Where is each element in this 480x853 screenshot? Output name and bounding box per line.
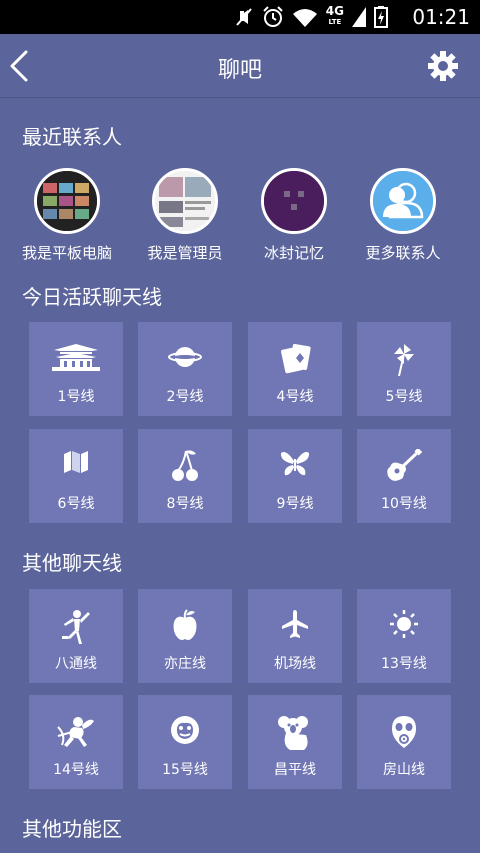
tile-label: 1号线 — [57, 389, 95, 405]
contact-item[interactable]: 冰封记忆 — [239, 168, 349, 263]
line-tile[interactable]: 6号线 — [29, 429, 123, 523]
settings-button[interactable] — [428, 51, 458, 81]
contacts-icon — [373, 171, 433, 231]
network-type: 4G LTE — [325, 4, 344, 28]
cherries-icon — [172, 450, 198, 481]
tile-label: 4号线 — [276, 389, 314, 405]
signal-icon — [352, 7, 366, 27]
line-tile[interactable]: 机场线 — [248, 589, 342, 683]
tile-label: 房山线 — [383, 762, 425, 778]
dancer-icon — [62, 610, 90, 644]
playing-cards-icon — [281, 343, 311, 374]
koala-icon — [278, 716, 308, 750]
contact-label: 更多联系人 — [365, 244, 441, 262]
tile-label: 亦庄线 — [164, 656, 206, 672]
status-icons: 4G LTE — [234, 4, 388, 28]
tile-label: 14号线 — [53, 762, 99, 778]
line-tile[interactable]: 10号线 — [357, 429, 451, 523]
gas-mask-icon — [392, 716, 416, 748]
cupid-icon — [57, 717, 94, 747]
tile-label: 5号线 — [385, 389, 423, 405]
gear-icon — [428, 51, 458, 81]
other-features-heading: 其他功能区 — [22, 817, 122, 841]
line-tile[interactable]: 9号线 — [248, 429, 342, 523]
line-tile[interactable]: 1号线 — [29, 322, 123, 416]
other-lines-heading: 其他聊天线 — [22, 551, 122, 575]
line-tile[interactable]: 房山线 — [357, 695, 451, 789]
tile-label: 2号线 — [166, 389, 204, 405]
tile-label: 9号线 — [276, 496, 314, 512]
avatar — [261, 168, 327, 234]
recent-contacts-heading: 最近联系人 — [22, 125, 122, 149]
pinwheel-icon — [394, 344, 414, 376]
map-icon — [64, 451, 88, 473]
tile-label: 15号线 — [162, 762, 208, 778]
avatar — [152, 168, 218, 234]
wifi-icon — [292, 7, 318, 27]
sun-icon — [390, 610, 418, 638]
avatar — [370, 168, 436, 234]
contact-label: 我是管理员 — [147, 244, 223, 262]
recent-contacts: 我是平板电脑 我是管理员 冰封记忆 更多联系人 — [22, 168, 458, 264]
tile-label: 昌平线 — [274, 762, 316, 778]
monkey-icon — [171, 716, 199, 744]
palace-icon — [52, 344, 100, 371]
contact-label: 我是平板电脑 — [21, 244, 112, 262]
more-contacts-button[interactable]: 更多联系人 — [348, 168, 458, 263]
status-time: 01:21 — [412, 5, 470, 29]
line-tile[interactable]: 昌平线 — [248, 695, 342, 789]
active-lines-heading: 今日活跃聊天线 — [22, 285, 162, 309]
planet-icon — [168, 347, 202, 367]
tile-label: 6号线 — [57, 496, 95, 512]
guitar-icon — [387, 449, 422, 481]
line-tile[interactable]: 八通线 — [29, 589, 123, 683]
line-tile[interactable]: 15号线 — [138, 695, 232, 789]
apple-icon — [173, 609, 197, 640]
line-tile[interactable]: 亦庄线 — [138, 589, 232, 683]
avatar — [34, 168, 100, 234]
line-tile[interactable]: 2号线 — [138, 322, 232, 416]
contact-item[interactable]: 我是管理员 — [130, 168, 240, 263]
line-tile[interactable]: 4号线 — [248, 322, 342, 416]
butterfly-icon — [280, 452, 310, 476]
contact-item[interactable]: 我是平板电脑 — [12, 168, 122, 263]
line-tile[interactable]: 14号线 — [29, 695, 123, 789]
network-sub-text: LTE — [328, 18, 342, 26]
page-title: 聊吧 — [217, 58, 262, 83]
contact-label: 冰封记忆 — [263, 244, 324, 262]
tile-label: 8号线 — [166, 496, 204, 512]
tile-label: 10号线 — [381, 496, 427, 512]
status-bar: 4G LTE 01:21 — [0, 0, 480, 34]
line-tile[interactable]: 13号线 — [357, 589, 451, 683]
network-type-text: 4G — [325, 4, 344, 18]
mute-icon — [234, 7, 254, 27]
tile-label: 机场线 — [274, 656, 316, 672]
airplane-icon — [282, 610, 308, 638]
tile-label: 13号线 — [381, 656, 427, 672]
alarm-clock-icon — [262, 6, 284, 28]
tile-label: 八通线 — [55, 656, 97, 672]
line-tile[interactable]: 8号线 — [138, 429, 232, 523]
line-tile[interactable]: 5号线 — [357, 322, 451, 416]
battery-icon — [374, 6, 388, 28]
app-header: 聊吧 — [0, 34, 480, 98]
